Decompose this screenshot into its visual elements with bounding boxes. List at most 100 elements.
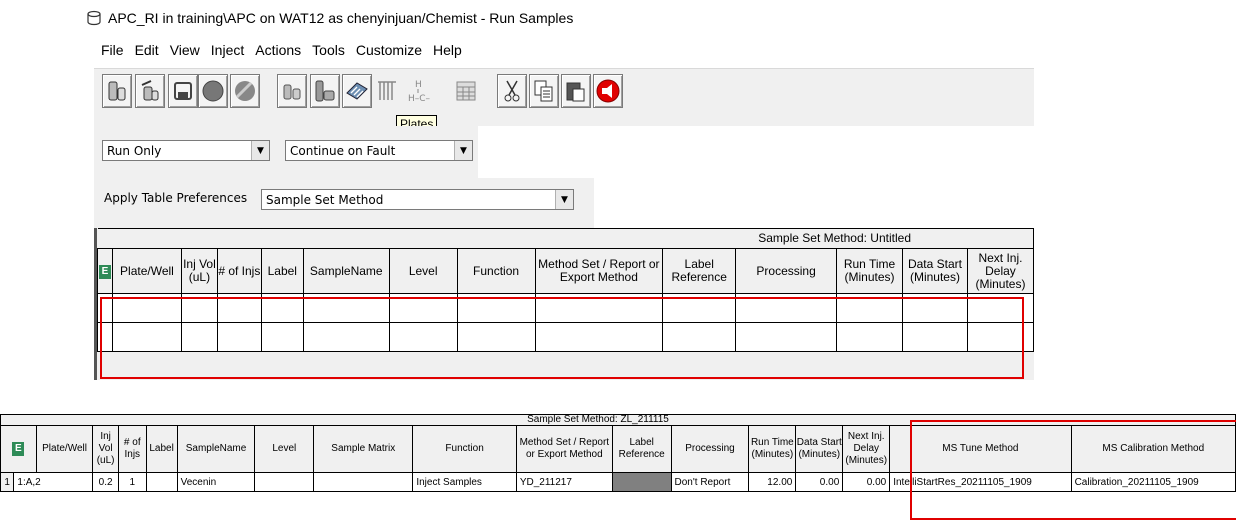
vial-icon [108,81,126,101]
circle-half-icon [235,81,255,101]
grid-button[interactable] [451,74,481,108]
columns-icon [378,81,396,100]
highlight-box [100,297,1024,379]
col-header-level[interactable]: Level [388,248,458,294]
preferences-label: Apply Table Preferences [104,191,248,205]
circle-half-button[interactable] [230,74,260,108]
cell-plate-well[interactable]: 1:A,2 [13,472,94,492]
columns-button[interactable] [372,74,402,108]
row-selector-header[interactable]: E [0,425,37,473]
col-header-label[interactable]: Label [145,425,178,473]
cell-sample-name[interactable]: Vecenin [176,472,256,492]
run-mode-value: Run Only [107,143,162,158]
col-header-inj-vol[interactable]: Inj Vol (uL) [180,248,218,294]
copy-button[interactable] [529,74,559,108]
menu-view[interactable]: View [170,42,200,58]
col-header-plate-well[interactable]: Plate/Well [35,425,94,473]
stop-icon [596,79,620,103]
fault-mode-select[interactable]: Continue on Fault ▼ [285,140,473,161]
row-selector-header[interactable]: E [97,248,113,294]
col-header-next-inj-delay[interactable]: Next Inj. Delay (Minutes) [842,425,891,473]
vials-icon [283,84,301,100]
menu-tools[interactable]: Tools [312,42,345,58]
col-header-plate-well[interactable]: Plate/Well [111,248,182,294]
save-button[interactable] [168,74,198,108]
cell-label-reference [611,472,672,492]
chevron-down-icon[interactable]: ▼ [251,141,269,160]
cut-button[interactable] [497,74,527,108]
col-header-next-inj-delay[interactable]: Next Inj. Delay (Minutes) [966,248,1035,294]
cell-label[interactable] [145,472,178,492]
preferences-value: Sample Set Method [266,192,384,207]
col-header-data-start[interactable]: Data Start (Minutes) [795,425,844,473]
menu-edit[interactable]: Edit [135,42,159,58]
col-header-num-injs[interactable]: # of Injs [216,248,262,294]
cell-function[interactable]: Inject Samples [412,472,517,492]
upper-table-caption: Sample Set Method: Untitled [97,228,1034,249]
menu-customize[interactable]: Customize [356,42,422,58]
edit-badge-icon: E [12,442,25,456]
h-c-button[interactable]: H H–C– [404,74,434,108]
menu-help[interactable]: Help [433,42,462,58]
menu-bar: File Edit View Inject Actions Tools Cust… [101,42,462,58]
svg-text:H–C–: H–C– [408,94,431,104]
cell-sample-matrix[interactable] [313,472,414,492]
cell-next-inj-delay[interactable]: 0.00 [842,472,891,492]
col-header-sample-name[interactable]: SampleName [302,248,390,294]
stop-button[interactable] [593,74,623,108]
run-options-panel: Run Only ▼ Continue on Fault ▼ [94,126,478,178]
col-header-run-time[interactable]: Run Time (Minutes) [748,425,797,473]
cell-num-injs[interactable]: 1 [117,472,147,492]
menu-actions[interactable]: Actions [255,42,301,58]
cut-icon [504,80,520,102]
edit-vial-button[interactable] [135,74,165,108]
run-mode-select[interactable]: Run Only ▼ [102,140,270,161]
window-title: APC_RI in training\APC on WAT12 as cheny… [108,10,574,26]
edit-badge-icon: E [98,264,111,279]
col-header-num-injs[interactable]: # of Injs [117,425,147,473]
cell-level[interactable] [254,472,315,492]
col-header-label[interactable]: Label [260,248,304,294]
col-header-function[interactable]: Function [456,248,536,294]
chevron-down-icon[interactable]: ▼ [454,141,472,160]
col-header-label-reference[interactable]: Label Reference [662,248,737,294]
vial-button[interactable] [102,74,132,108]
cell-data-start[interactable]: 0.00 [795,472,844,492]
menu-file[interactable]: File [101,42,124,58]
preferences-select[interactable]: Sample Set Method ▼ [261,189,574,210]
vials-button[interactable] [277,74,307,108]
copy-icon [534,80,553,102]
fault-mode-value: Continue on Fault [290,143,396,158]
col-header-method-set[interactable]: Method Set / Report or Export Method [534,248,664,294]
svg-text:H: H [415,80,422,90]
col-header-label-reference[interactable]: Label Reference [611,425,672,473]
row-number[interactable]: 1 [0,472,15,492]
vial-rack-button[interactable] [310,74,340,108]
chevron-down-icon[interactable]: ▼ [555,190,573,209]
paste-button[interactable] [561,74,591,108]
cell-method-set[interactable]: YD_211217 [515,472,613,492]
col-header-run-time[interactable]: Run Time (Minutes) [836,248,903,294]
col-header-sample-matrix[interactable]: Sample Matrix [313,425,414,473]
plates-button[interactable] [342,74,372,108]
edit-vial-icon [141,80,159,101]
col-header-sample-name[interactable]: SampleName [176,425,256,473]
col-header-function[interactable]: Function [412,425,517,473]
highlight-box [910,420,1236,520]
menu-inject[interactable]: Inject [211,42,244,58]
cell-inj-vol[interactable]: 0.2 [92,472,119,492]
grid-icon [456,81,476,101]
cell-processing[interactable]: Don't Report [670,472,750,492]
col-header-level[interactable]: Level [254,425,315,473]
col-header-processing[interactable]: Processing [670,425,750,473]
col-header-data-start[interactable]: Data Start (Minutes) [902,248,968,294]
circle-button[interactable] [198,74,228,108]
window-title-bar: APC_RI in training\APC on WAT12 as cheny… [86,10,573,26]
app-icon [87,10,101,26]
col-header-inj-vol[interactable]: Inj Vol (uL) [92,425,119,473]
plates-icon [346,82,368,100]
cell-run-time[interactable]: 12.00 [748,472,797,492]
vial-rack-icon [315,80,335,102]
col-header-method-set[interactable]: Method Set / Report or Export Method [515,425,613,473]
col-header-processing[interactable]: Processing [735,248,838,294]
